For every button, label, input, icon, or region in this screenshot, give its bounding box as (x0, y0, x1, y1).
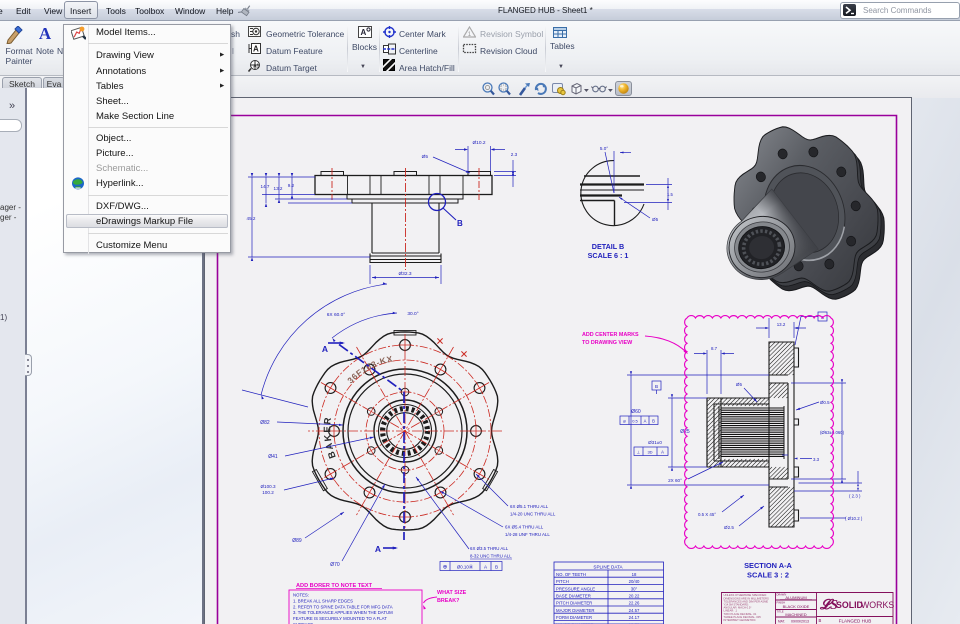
svg-text:8.7: 8.7 (711, 346, 718, 351)
svg-text:3D: 3D (647, 450, 652, 455)
svg-text:BAKER: BAKER (322, 416, 339, 460)
svg-text:FORM DIAMETER: FORM DIAMETER (556, 615, 592, 620)
svg-text:PITCH DIAMETER: PITCH DIAMETER (556, 601, 592, 606)
svg-text:30°: 30° (631, 586, 638, 591)
svg-text:ALUMINUM: ALUMINUM (785, 595, 806, 600)
svg-text:3.3: 3.3 (813, 457, 820, 462)
svg-text:MACHINED: MACHINED (785, 612, 806, 617)
svg-text:( 2.3 ): ( 2.3 ) (849, 494, 861, 499)
svg-text:BLACK OXIDE: BLACK OXIDE (783, 604, 810, 609)
svg-text:B: B (655, 384, 658, 389)
svg-text:0.5: 0.5 (632, 419, 638, 424)
svg-text:6X Ø3.5 THRU ALL: 6X Ø3.5 THRU ALL (470, 546, 509, 551)
svg-text:18: 18 (632, 572, 637, 577)
svg-text:MAJOR DIAMETER: MAJOR DIAMETER (556, 608, 594, 613)
svg-text:SECTION A-A: SECTION A-A (744, 561, 792, 570)
svg-text:9.2: 9.2 (288, 183, 295, 188)
svg-text:20/40: 20/40 (629, 579, 640, 584)
svg-text:30.0°: 30.0° (407, 311, 418, 317)
svg-text:24.17: 24.17 (629, 615, 640, 620)
svg-text:2. REFER TO SPINE DATA TABLE: 2. REFER TO SPINE DATA TABLE FOR MFG DAT… (293, 604, 393, 609)
svg-text:A1: A1 (253, 64, 259, 70)
svg-text:DETAIL B: DETAIL B (592, 242, 624, 251)
svg-text:TITLE: TITLE (777, 609, 784, 613)
svg-text:NOTES:: NOTES: (293, 593, 309, 598)
svg-text:Ø0.10Ⓜ: Ø0.10Ⓜ (457, 563, 474, 570)
svg-text:Ø5: Ø5 (652, 217, 659, 222)
svg-text:Ø89: Ø89 (292, 538, 302, 544)
svg-text:ADD CENTER MARKS: ADD CENTER MARKS (582, 332, 639, 338)
svg-text:WORKS: WORKS (861, 600, 894, 610)
svg-text:FLANGED HUB: FLANGED HUB (839, 619, 872, 624)
svg-text:14.7: 14.7 (261, 184, 270, 189)
svg-text:Ø60: Ø60 (631, 409, 641, 415)
svg-text:A: A (322, 344, 328, 354)
svg-text:FEATURE IS SECURELY MOUNTED TO: FEATURE IS SECURELY MOUNTED TO A FLAT (293, 616, 387, 621)
svg-text:0.5 X 45°: 0.5 X 45° (698, 512, 716, 517)
svg-text:A: A (361, 28, 367, 37)
svg-text:09/09/2013: 09/09/2013 (791, 620, 809, 624)
svg-text:6X Ø5.4 THRU ALL: 6X Ø5.4 THRU ALL (505, 525, 544, 530)
svg-text:ADD BORER TO NOTE TEXT: ADD BORER TO NOTE TEXT (296, 583, 373, 589)
svg-text:A: A (253, 45, 259, 54)
svg-text:BREAK?: BREAK? (437, 598, 459, 604)
svg-text:A: A (661, 450, 664, 455)
svg-text:SPLINE DATA: SPLINE DATA (593, 564, 623, 569)
svg-text:20.22: 20.22 (629, 594, 640, 599)
svg-text:1. BREAK ALL SHARP EDGES: 1. BREAK ALL SHARP EDGES (293, 598, 353, 603)
svg-text:8-32 UNC THRU ALL: 8-32 UNC THRU ALL (470, 554, 512, 559)
svg-text:A: A (375, 544, 381, 554)
svg-text:5.0°: 5.0° (600, 146, 608, 151)
svg-text:6X 60.0°: 6X 60.0° (327, 312, 346, 318)
svg-text:Ø100.3: Ø100.3 (260, 484, 276, 489)
svg-text:A: A (644, 419, 647, 424)
svg-text:B: B (819, 618, 822, 623)
svg-text:NO. OF TEETH: NO. OF TEETH (556, 572, 586, 577)
svg-text:SOLID: SOLID (836, 600, 863, 610)
svg-text:45.2: 45.2 (247, 216, 256, 221)
svg-text:3. THE TOLERANCE APPLIES WHE: 3. THE TOLERANCE APPLIES WHEN THE DATUM (293, 610, 393, 615)
svg-text:100.2: 100.2 (262, 490, 274, 495)
svg-text:Ø5: Ø5 (422, 154, 429, 160)
svg-text:2.3: 2.3 (511, 152, 518, 157)
svg-text:Ø10.2: Ø10.2 (472, 140, 485, 146)
svg-text:Ø82: Ø82 (260, 420, 270, 426)
svg-text:1/4-20 UNC THRU ALL: 1/4-20 UNC THRU ALL (510, 512, 556, 517)
svg-text:MAT.: MAT. (778, 620, 785, 624)
svg-text:B: B (495, 564, 498, 569)
svg-text:⌀: ⌀ (623, 419, 626, 424)
svg-text:Ø5: Ø5 (736, 382, 743, 387)
svg-text:WHAT SIZE: WHAT SIZE (437, 590, 467, 596)
svg-text:SCALE 6 : 1: SCALE 6 : 1 (588, 251, 629, 260)
svg-text:B: B (457, 219, 463, 228)
svg-text:22.26: 22.26 (629, 601, 640, 606)
svg-text:1.5: 1.5 (667, 192, 673, 197)
svg-text:Ø0.5: Ø0.5 (820, 400, 830, 405)
svg-text:INTERPRET GEOMETRIC: INTERPRET GEOMETRIC (724, 618, 756, 622)
svg-text:TO DRAWING VIEW: TO DRAWING VIEW (582, 340, 633, 346)
svg-text:( Ø10.2 ): ( Ø10.2 ) (845, 516, 863, 521)
svg-text:Ø41: Ø41 (268, 454, 278, 460)
svg-text:Ø2.5: Ø2.5 (724, 525, 734, 530)
svg-text:6X Ø5.1 THRU ALL: 6X Ø5.1 THRU ALL (510, 504, 549, 509)
svg-text:1/4-28 UNF THRU ALL: 1/4-28 UNF THRU ALL (505, 532, 550, 537)
svg-text:PRESSURE ANGLE: PRESSURE ANGLE (556, 586, 595, 591)
svg-text:2X 60°: 2X 60° (668, 478, 682, 483)
svg-text:13.2: 13.2 (274, 186, 283, 191)
svg-text:Ø32.3: Ø32.3 (398, 271, 411, 277)
svg-text:13.2: 13.2 (777, 322, 786, 327)
svg-text:24.57: 24.57 (629, 608, 640, 613)
svg-text:PITCH: PITCH (556, 579, 569, 584)
svg-text:⊕: ⊕ (443, 565, 448, 571)
svg-text:A: A (484, 564, 488, 569)
svg-text:⊥: ⊥ (637, 450, 641, 455)
svg-text:B: B (652, 419, 655, 424)
svg-text:Ø31±0: Ø31±0 (648, 440, 662, 445)
svg-text:Ø70: Ø70 (330, 562, 340, 568)
svg-text:BASE DIAMETER: BASE DIAMETER (556, 594, 591, 599)
svg-text:SCALE 3 : 2: SCALE 3 : 2 (747, 571, 789, 580)
